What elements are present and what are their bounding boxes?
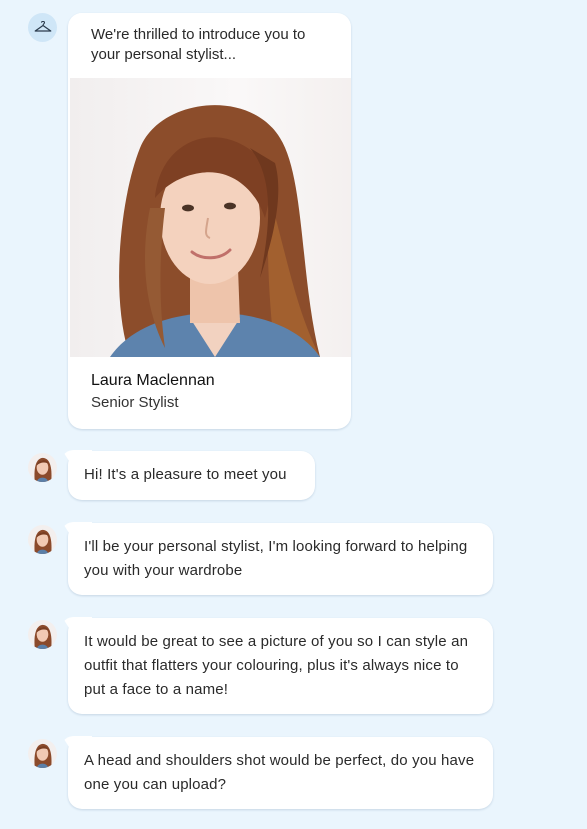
stylist-name: Laura Maclennan <box>91 372 215 389</box>
stylist-role: Senior Stylist <box>91 394 179 411</box>
chat-message: It would be great to see a picture of yo… <box>68 618 493 714</box>
stylist-intro-card: We're thrilled to introduce you to your … <box>68 13 351 429</box>
message-text: A head and shoulders shot would be perfe… <box>84 752 475 793</box>
chat-message: Hi! It's a pleasure to meet you <box>68 451 315 500</box>
stylist-avatar <box>28 739 57 768</box>
stylist-avatar <box>28 620 57 649</box>
stylist-portrait <box>70 78 351 357</box>
message-text: It would be great to see a picture of yo… <box>84 633 469 698</box>
hanger-icon <box>28 13 57 42</box>
message-text: I'll be your personal stylist, I'm looki… <box>84 538 468 579</box>
chat-message: A head and shoulders shot would be perfe… <box>68 737 493 809</box>
stylist-avatar <box>28 453 57 482</box>
chat-message: I'll be your personal stylist, I'm looki… <box>68 523 493 595</box>
intro-message: We're thrilled to introduce you to your … <box>91 26 306 63</box>
stylist-avatar <box>28 525 57 554</box>
message-text: Hi! It's a pleasure to meet you <box>84 466 287 483</box>
